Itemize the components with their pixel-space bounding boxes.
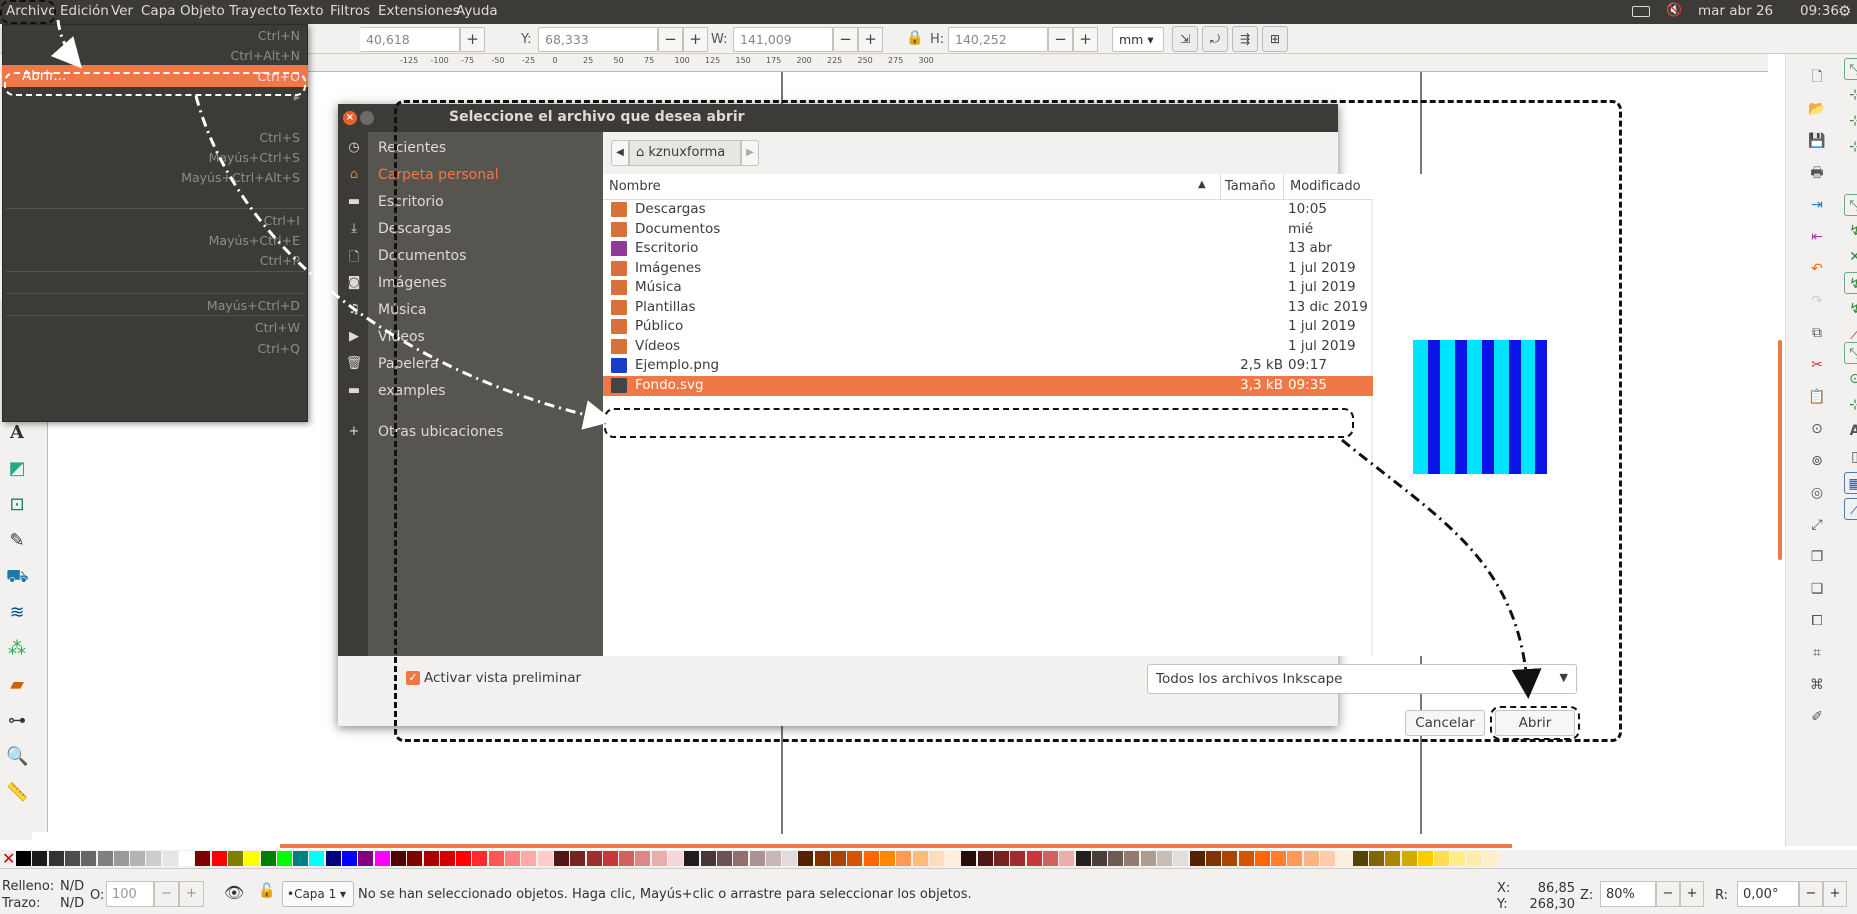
arrow-archivo-to-abrir xyxy=(50,19,82,69)
annotation-arrows xyxy=(50,19,1542,699)
arrow-fondo-to-abrir-button xyxy=(1341,438,1542,699)
arrow-abrir-to-fondo xyxy=(194,95,614,430)
